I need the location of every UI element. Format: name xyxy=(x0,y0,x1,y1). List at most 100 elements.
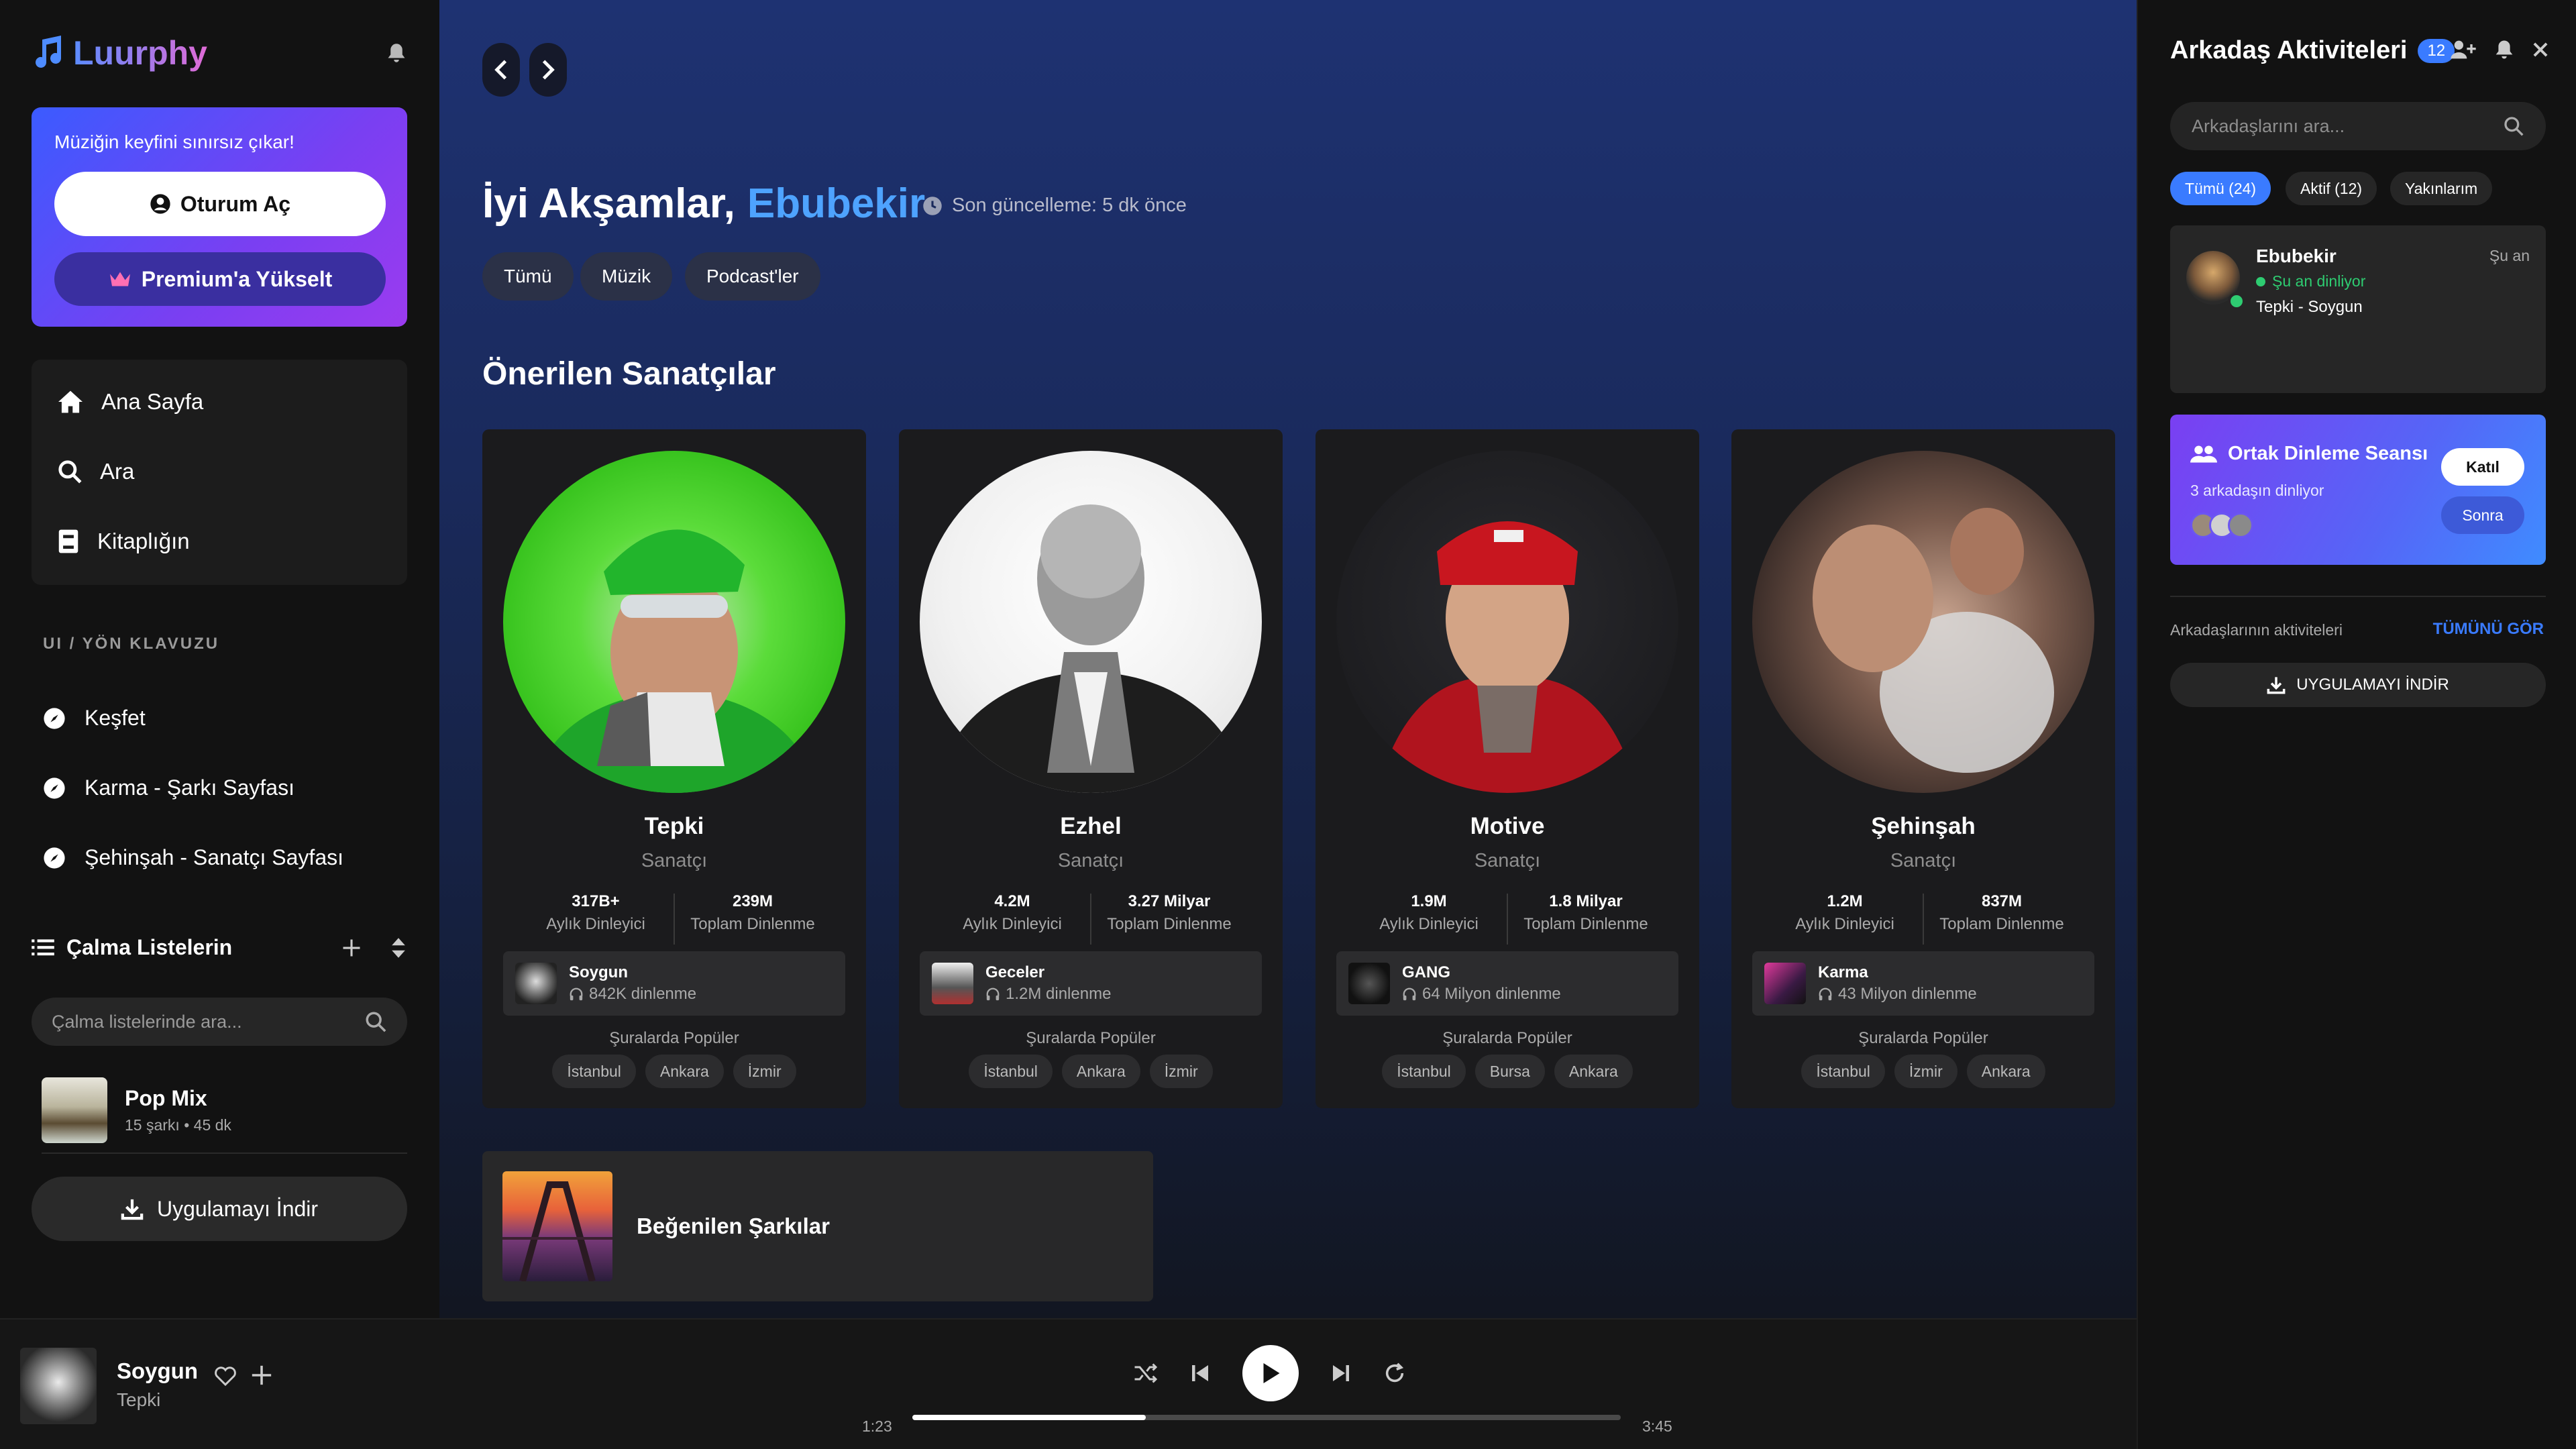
artist-role: Sanatçı xyxy=(1474,850,1541,871)
city-tag[interactable]: İzmir xyxy=(733,1055,796,1088)
artist-card[interactable]: Şehinşah Sanatçı 1.2M Aylık Dinleyici 837… xyxy=(1731,429,2115,1108)
shuffle-icon[interactable] xyxy=(1134,1362,1158,1384)
last-updated-text: Son güncelleme: 5 dk önce xyxy=(952,195,1187,216)
filter-chip-all[interactable]: Tümü xyxy=(482,252,574,301)
city-tag[interactable]: Ankara xyxy=(645,1055,724,1088)
top-song[interactable]: Soygun 842K dinlenme xyxy=(503,951,845,1016)
join-button[interactable]: Katıl xyxy=(2441,448,2524,486)
search-icon xyxy=(366,1012,386,1032)
artist-name: Ezhel xyxy=(1060,813,1122,839)
tab-nearby[interactable]: Yakınlarım xyxy=(2390,172,2493,205)
artist-role: Sanatçı xyxy=(1057,850,1124,871)
monthly-listeners-label: Aylık Dinleyici xyxy=(1379,915,1479,933)
playlist-item[interactable]: Pop Mix 15 şarkı • 45 dk xyxy=(42,1077,231,1143)
total-plays-label: Toplam Dinlenme xyxy=(1523,915,1648,933)
progress-bar[interactable] xyxy=(912,1415,1621,1420)
popular-in-label: Şuralarda Popüler xyxy=(1026,1029,1156,1047)
top-song[interactable]: GANG 64 Milyon dinlenme xyxy=(1336,951,1678,1016)
song-cover xyxy=(932,963,973,1004)
playlist-name: Pop Mix xyxy=(125,1086,207,1110)
headphones-icon xyxy=(986,987,1000,1001)
guide-item-sehinsah[interactable]: Şehinşah - Sanatçı Sayfası xyxy=(43,845,343,870)
artist-card[interactable]: Motive Sanatçı 1.9M Aylık Dinleyici 1.8 M… xyxy=(1316,429,1699,1108)
friends-count-badge: 12 xyxy=(2418,38,2455,63)
friend-search-input[interactable]: Arkadaşlarını ara... xyxy=(2170,102,2546,150)
previous-icon[interactable] xyxy=(1190,1363,1210,1383)
city-tag[interactable]: Ankara xyxy=(1966,1055,2045,1088)
logo[interactable]: Luurphy xyxy=(32,34,207,72)
artist-avatar xyxy=(1752,451,2094,793)
download-app-button[interactable]: UYGULAMAYI İNDİR xyxy=(2170,663,2546,707)
artist-avatar xyxy=(503,451,845,793)
heart-icon[interactable] xyxy=(213,1365,237,1387)
search-icon xyxy=(58,460,82,484)
city-tag[interactable]: İstanbul xyxy=(1382,1055,1466,1088)
filter-chip-podcasts[interactable]: Podcast'ler xyxy=(685,252,820,301)
now-playing-artist[interactable]: Tepki xyxy=(117,1389,160,1411)
filter-chip-music[interactable]: Müzik xyxy=(580,252,673,301)
close-icon[interactable] xyxy=(2532,41,2549,58)
city-tag[interactable]: İstanbul xyxy=(1801,1055,1885,1088)
city-tag[interactable]: Ankara xyxy=(1061,1055,1140,1088)
add-icon[interactable] xyxy=(250,1364,273,1387)
nav-item-home[interactable]: Ana Sayfa xyxy=(57,389,203,415)
playlists-title: Çalma Listelerin xyxy=(66,935,233,959)
friend-time: Şu an xyxy=(2489,247,2530,264)
download-label: UYGULAMAYI İNDİR xyxy=(2296,676,2449,694)
main-nav: Ana Sayfa Ara Kitaplığın xyxy=(32,360,407,585)
notification-bell-icon[interactable] xyxy=(2494,39,2514,60)
friend-activity-item[interactable]: Ebubekir Şu an dinliyor Tepki - Soygun Ş… xyxy=(2170,225,2546,393)
nav-item-search[interactable]: Ara xyxy=(57,459,134,484)
city-tag[interactable]: İzmir xyxy=(1149,1055,1213,1088)
song-plays: 43 Milyon dinlenme xyxy=(1838,985,1977,1003)
monthly-listeners-label: Aylık Dinleyici xyxy=(546,915,645,933)
compass-icon xyxy=(44,847,65,869)
popular-in-label: Şuralarda Popüler xyxy=(609,1029,739,1047)
see-all-link[interactable]: TÜMÜNÜ GÖR xyxy=(2433,620,2544,639)
forward-button[interactable] xyxy=(529,43,567,97)
next-icon[interactable] xyxy=(1331,1363,1351,1383)
liked-songs-card[interactable]: Beğenilen Şarkılar xyxy=(482,1151,1153,1301)
guide-item-karma[interactable]: Karma - Şarkı Sayfası xyxy=(43,775,294,800)
session-title: Ortak Dinleme Seansı xyxy=(2190,443,2428,465)
repeat-icon[interactable] xyxy=(1383,1362,1406,1385)
top-song[interactable]: Geceler 1.2M dinlenme xyxy=(920,951,1262,1016)
later-button[interactable]: Sonra xyxy=(2441,496,2524,534)
now-playing-title[interactable]: Soygun xyxy=(117,1358,198,1384)
notification-bell-icon[interactable] xyxy=(386,42,407,64)
artist-card[interactable]: Ezhel Sanatçı 4.2M Aylık Dinleyici 3.27 M… xyxy=(899,429,1283,1108)
artist-role: Sanatçı xyxy=(1890,850,1957,871)
back-button[interactable] xyxy=(482,43,520,97)
download-app-button[interactable]: Uygulamayı İndir xyxy=(32,1177,407,1241)
artist-stats: 1.9M Aylık Dinleyici 1.8 Milyar Toplam Din… xyxy=(1316,892,1699,945)
top-song[interactable]: Karma 43 Milyon dinlenme xyxy=(1752,951,2094,1016)
chevron-right-icon xyxy=(542,60,555,80)
artist-stats: 1.2M Aylık Dinleyici 837M Toplam Dinlenme xyxy=(1731,892,2115,945)
playlist-search-input[interactable]: Çalma listelerinde ara... xyxy=(32,998,407,1046)
add-playlist-icon[interactable] xyxy=(341,938,362,958)
login-button[interactable]: Oturum Aç xyxy=(54,172,386,236)
add-friend-icon[interactable] xyxy=(2450,39,2477,60)
list-icon xyxy=(32,938,54,955)
sort-icon[interactable] xyxy=(390,937,407,959)
tab-active[interactable]: Aktif (12) xyxy=(2286,172,2377,205)
city-tag[interactable]: İstanbul xyxy=(969,1055,1053,1088)
user-circle-icon xyxy=(150,194,170,214)
city-tag[interactable]: İzmir xyxy=(1894,1055,1957,1088)
artist-card[interactable]: Tepki Sanatçı 317B+ Aylık Dinleyici 239M T… xyxy=(482,429,866,1108)
city-tag[interactable]: İstanbul xyxy=(552,1055,636,1088)
playback-controls xyxy=(1134,1345,1406,1401)
city-tag[interactable]: Bursa xyxy=(1474,1055,1545,1088)
total-plays-label: Toplam Dinlenme xyxy=(1107,915,1232,933)
nav-item-library[interactable]: Kitaplığın xyxy=(57,529,190,554)
progress-bar-fill xyxy=(912,1415,1146,1420)
premium-button[interactable]: Premium'a Yükselt xyxy=(54,252,386,306)
promo-card: Müziğin keyfini sınırsız çıkar! Oturum A… xyxy=(32,107,407,327)
login-label: Oturum Aç xyxy=(180,191,291,216)
guide-item-kesfet[interactable]: Keşfet xyxy=(43,706,146,731)
now-playing-cover[interactable] xyxy=(20,1348,97,1424)
city-tag[interactable]: Ankara xyxy=(1554,1055,1633,1088)
tab-all[interactable]: Tümü (24) xyxy=(2170,172,2271,205)
play-button[interactable] xyxy=(1242,1345,1299,1401)
total-plays-value: 837M xyxy=(1981,892,2023,910)
